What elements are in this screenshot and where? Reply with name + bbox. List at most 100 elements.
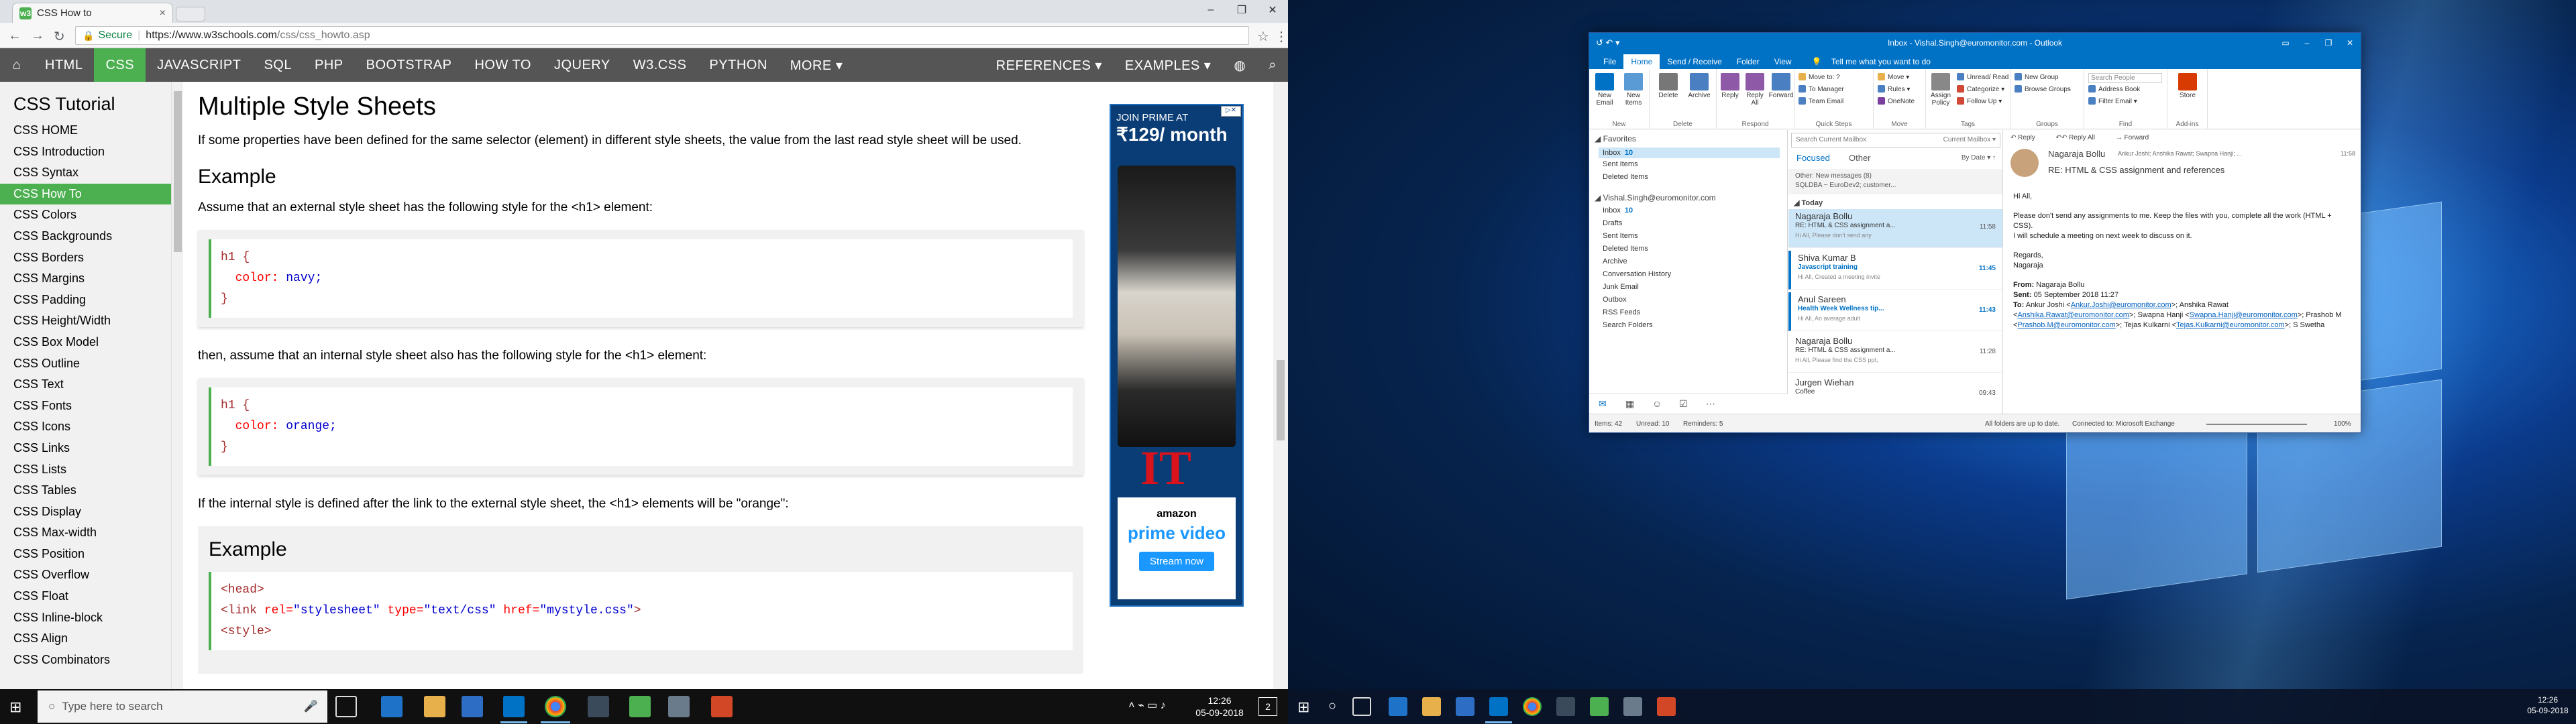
sidebar-link[interactable]: CSS Inline-block [0, 607, 171, 629]
nav-javascript[interactable]: JAVASCRIPT [146, 48, 252, 82]
sidebar-link[interactable]: CSS Colors [0, 204, 171, 226]
powerpoint-icon[interactable] [1657, 697, 1676, 716]
folder-item[interactable]: Inbox 10 [1603, 206, 1633, 215]
sidebar-link[interactable]: CSS Borders [0, 247, 171, 269]
sender-name[interactable]: Nagaraja Bollu [2048, 149, 2105, 159]
search-people-input[interactable]: Search People [2088, 73, 2162, 83]
focused-tab[interactable]: Focused [1796, 153, 1830, 163]
powerpoint-icon[interactable] [711, 696, 733, 717]
status-reminders[interactable]: Reminders: 5 [1683, 420, 1723, 428]
sidebar-link[interactable]: CSS Padding [0, 290, 171, 311]
rules-button[interactable]: Rules ▾ [1878, 85, 1910, 93]
email-link[interactable]: Ankur.Joshi@euromonitor.com [2071, 301, 2171, 309]
nav-php[interactable]: PHP [303, 48, 355, 82]
quickstep-to-manager[interactable]: To Manager [1799, 85, 1844, 93]
tasks-icon[interactable]: ☑ [1679, 398, 1688, 410]
taskbar-clock[interactable]: 12:26 05-09-2018 [2522, 695, 2573, 716]
home-icon[interactable]: ⌂ [0, 48, 34, 82]
sidebar-link[interactable]: CSS Display [0, 501, 171, 523]
outlook-taskbar-icon[interactable] [503, 696, 525, 717]
address-book-button[interactable]: Address Book [2088, 85, 2140, 93]
folder-item[interactable]: Archive [1603, 257, 1627, 265]
forward-link[interactable]: → Forward [2116, 134, 2158, 141]
nav-sql[interactable]: SQL [252, 48, 303, 82]
outlook-taskbar-icon[interactable] [1489, 697, 1508, 716]
folder-item[interactable]: Junk Email [1603, 283, 1639, 291]
search-scope-dropdown[interactable]: Current Mailbox ▾ [1943, 136, 1996, 143]
snipping-tool-icon[interactable] [668, 696, 690, 717]
maximize-icon[interactable]: ❐ [1226, 0, 1257, 20]
archive-button[interactable]: Archive [1684, 73, 1714, 99]
follow-up-button[interactable]: Follow Up ▾ [1957, 97, 2002, 105]
folder-item[interactable]: Deleted Items [1603, 173, 1648, 181]
favorites-header[interactable]: ◢ Favorites [1595, 134, 1636, 143]
ribbon-display-icon[interactable]: ▭ [2275, 33, 2296, 53]
start-windows-icon[interactable]: ⊞ [1297, 699, 1309, 716]
more-icon[interactable]: ⋯ [1706, 398, 1715, 410]
snipping-tool-icon[interactable] [1623, 697, 1642, 716]
notepad-plus-icon[interactable] [629, 696, 651, 717]
search-mailbox-input[interactable]: Search Current Mailbox Current Mailbox ▾ [1791, 133, 2000, 147]
people-icon[interactable]: ☺ [1652, 398, 1662, 409]
chrome-taskbar-icon[interactable] [545, 696, 566, 717]
chrome-taskbar-icon[interactable] [1523, 697, 1542, 716]
system-tray-icons[interactable]: ˄ ⌁ ▭ ♪ [1107, 700, 1187, 712]
store-icon[interactable] [462, 696, 483, 717]
sidebar-link[interactable]: CSS Margins [0, 268, 171, 290]
reply-link[interactable]: ↶ Reply [2010, 134, 2045, 141]
sidebar-link[interactable]: CSS Icons [0, 416, 171, 438]
close-tab-icon[interactable]: × [160, 7, 166, 19]
nav-examples[interactable]: EXAMPLES ▾ [1114, 48, 1222, 82]
mail-item[interactable]: Shiva Kumar B Javascript training Hi All, … [1788, 251, 2002, 290]
new-group-button[interactable]: New Group [2015, 73, 2059, 81]
browser-menu-icon[interactable]: ⋮ [1275, 28, 1288, 45]
page-scrollbar[interactable] [1273, 82, 1288, 689]
sidebar-link[interactable]: CSS Height/Width [0, 310, 171, 332]
unread-read-button[interactable]: Unread/ Read [1957, 73, 2008, 81]
store-button[interactable]: Store [2174, 73, 2201, 99]
minimize-icon[interactable]: – [2296, 33, 2318, 53]
tab-folder[interactable]: Folder [1729, 54, 1767, 69]
reply-all-button[interactable]: Reply All [1742, 73, 1768, 107]
email-link[interactable]: Swapna.Hanji@euromonitor.com [2190, 311, 2298, 319]
tab-home[interactable]: Home [1623, 54, 1660, 69]
sidebar-link[interactable]: CSS Syntax [0, 162, 171, 184]
browse-groups-button[interactable]: Browse Groups [2015, 85, 2071, 93]
adchoices-icon[interactable]: ▷✕ [1221, 106, 1241, 117]
delete-button[interactable]: Delete [1654, 73, 1683, 99]
photos-icon[interactable] [1556, 697, 1575, 716]
nav-how-to[interactable]: HOW TO [463, 48, 542, 82]
reply-all-link[interactable]: ↶↶ Reply All [2056, 134, 2104, 141]
onenote-button[interactable]: OneNote [1878, 97, 1915, 105]
sidebar-link[interactable]: CSS Backgrounds [0, 226, 171, 247]
browser-tab[interactable]: w3 CSS How to × [12, 3, 173, 23]
new-email-button[interactable]: New Email [1592, 73, 1617, 107]
other-messages-notice[interactable]: Other: New messages (8) SQLDBA ~ EuroDev… [1788, 169, 2002, 194]
taskbar-search-box[interactable]: ○ Type here to search 🎤 [38, 690, 327, 723]
page-scroll-thumb[interactable] [1277, 360, 1285, 440]
zoom-slider[interactable] [2206, 424, 2307, 425]
filter-email-button[interactable]: Filter Email ▾ [2088, 97, 2137, 105]
microphone-icon[interactable]: 🎤 [304, 700, 318, 713]
new-items-button[interactable]: New Items [1619, 73, 1648, 107]
email-link[interactable]: Tejas.Kulkarni@euromonitor.com [2176, 321, 2285, 329]
sidebar-scrollbar[interactable] [171, 82, 183, 689]
mail-item[interactable]: Anul Sareen Health Week Wellness tip... Hi… [1788, 292, 2002, 331]
move-button[interactable]: Move ▾ [1878, 73, 1909, 81]
sidebar-link[interactable]: CSS Links [0, 438, 171, 459]
account-header[interactable]: ◢ Vishal.Singh@euromonitor.com [1595, 193, 1716, 202]
email-link[interactable]: Anshika.Rawat@euromonitor.com [2017, 311, 2129, 319]
ad-stream-now-button[interactable]: Stream now [1138, 552, 1215, 571]
sidebar-link[interactable]: CSS Fonts [0, 396, 171, 417]
quick-access-icons[interactable]: ↺ ↶ ▾ [1596, 38, 1620, 48]
assign-policy-button[interactable]: Assign Policy [1927, 73, 1954, 107]
nav-references[interactable]: REFERENCES ▾ [985, 48, 1114, 82]
today-group-header[interactable]: ◢ Today [1794, 198, 1823, 207]
sidebar-link[interactable]: CSS Tables [0, 480, 171, 501]
quickstep-team-email[interactable]: Team Email [1799, 97, 1843, 105]
bookmark-star-icon[interactable]: ☆ [1257, 28, 1269, 45]
photos-icon[interactable] [588, 696, 609, 717]
edge-browser-icon[interactable] [381, 696, 402, 717]
close-window-icon[interactable]: ✕ [1257, 0, 1288, 20]
sidebar-link[interactable]: CSS Align [0, 628, 171, 650]
